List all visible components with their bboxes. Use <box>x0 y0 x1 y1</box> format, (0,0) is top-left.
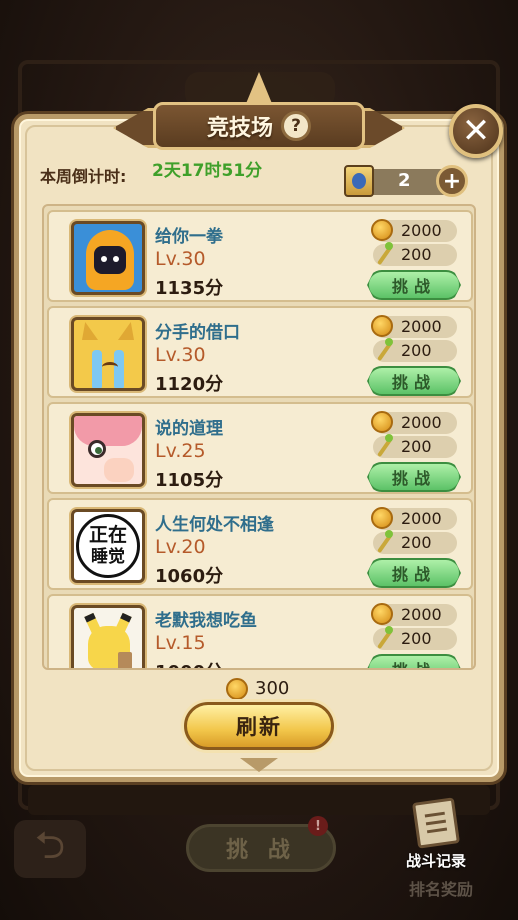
coin-reward-value: 2000 <box>401 221 442 240</box>
coin-reward: 2000 <box>371 507 457 530</box>
coin-reward: 2000 <box>371 219 457 242</box>
ticket-counter: 2 + <box>340 163 470 199</box>
opponent-card: 正在 睡觉 人生何处不相逢 Lv.20 1060分 2000 200 挑战 <box>47 498 473 590</box>
dialog-title: 竞技场 <box>206 116 273 141</box>
opponent-level: Lv.30 <box>155 344 206 366</box>
help-icon[interactable]: ? <box>281 111 311 141</box>
ticket-count: 2 <box>398 170 411 191</box>
opponent-name: 老默我想吃鱼 <box>155 611 257 631</box>
opponent-card: 老默我想吃鱼 Lv.15 1000分 2000 200 挑战 <box>47 594 473 668</box>
coin-icon <box>371 507 393 529</box>
coin-reward-value: 2000 <box>401 509 442 528</box>
opponent-avatar[interactable] <box>71 413 145 487</box>
opponent-avatar[interactable]: 正在 睡觉 <box>71 509 145 583</box>
coin-icon <box>371 219 393 241</box>
refresh-cost: 300 <box>226 676 306 702</box>
coin-reward: 2000 <box>371 315 457 338</box>
wand-icon <box>375 338 393 364</box>
back-arrow-icon[interactable]: ⮌ <box>14 820 86 878</box>
coin-reward-value: 2000 <box>401 605 442 624</box>
coin-icon <box>226 678 248 700</box>
opponent-level: Lv.15 <box>155 632 206 654</box>
opponent-score: 1105分 <box>155 470 224 491</box>
opponent-name: 人生何处不相逢 <box>155 515 274 535</box>
opponent-avatar[interactable] <box>71 605 145 668</box>
xp-reward-value: 200 <box>401 245 432 264</box>
opponent-avatar[interactable] <box>71 221 145 295</box>
plaque-body: 竞技场 ? <box>153 102 365 150</box>
refresh-button[interactable]: 刷新 <box>184 702 334 750</box>
avatar-text-line2: 睡觉 <box>91 547 125 567</box>
scroll-quill-icon <box>412 797 460 849</box>
wand-icon <box>375 530 393 556</box>
xp-reward-value: 200 <box>401 437 432 456</box>
add-ticket-button[interactable]: + <box>436 165 468 197</box>
ticket-icon <box>344 165 374 197</box>
countdown-value: 2天17时51分 <box>152 161 263 181</box>
challenge-button[interactable]: 挑战 <box>367 654 461 668</box>
countdown-label: 本周倒计时: <box>40 167 127 186</box>
coin-reward-value: 2000 <box>401 317 442 336</box>
opponent-card: 说的道理 Lv.25 1105分 2000 200 挑战 <box>47 402 473 494</box>
wand-icon <box>375 434 393 460</box>
sleeping-badge: 正在 睡觉 <box>76 514 140 578</box>
opponent-level: Lv.30 <box>155 248 206 270</box>
opponent-name: 给你一拳 <box>155 227 223 247</box>
coin-reward: 2000 <box>371 603 457 626</box>
wand-icon <box>375 626 393 652</box>
coin-reward-value: 2000 <box>401 413 442 432</box>
coin-reward: 2000 <box>371 411 457 434</box>
opponent-level: Lv.25 <box>155 440 206 462</box>
xp-reward: 200 <box>373 626 457 652</box>
challenge-button[interactable]: 挑战 <box>367 366 461 396</box>
battle-log-button[interactable]: 战斗记录 <box>392 797 480 870</box>
opponent-list[interactable]: 给你一拳 Lv.30 1135分 2000 200 挑战 分手的借口 Lv.30… <box>42 204 476 670</box>
opponent-score: 1135分 <box>155 278 224 299</box>
xp-reward: 200 <box>373 242 457 268</box>
xp-reward: 200 <box>373 338 457 364</box>
coin-icon <box>371 411 393 433</box>
xp-reward: 200 <box>373 530 457 556</box>
challenge-button[interactable]: 挑战 <box>367 558 461 588</box>
opponent-score: 1120分 <box>155 374 224 395</box>
opponent-score: 1060分 <box>155 566 224 587</box>
xp-reward-value: 200 <box>401 533 432 552</box>
opponent-score: 1000分 <box>155 658 223 668</box>
xp-reward: 200 <box>373 434 457 460</box>
close-button[interactable]: ✕ <box>449 104 503 158</box>
xp-reward-value: 200 <box>401 629 432 648</box>
opponent-level: Lv.20 <box>155 536 206 558</box>
challenge-button[interactable]: 挑战 <box>367 270 461 300</box>
opponent-avatar[interactable] <box>71 317 145 391</box>
rank-reward-label[interactable]: 排名奖励 <box>386 876 496 900</box>
avatar-text-line1: 正在 <box>88 524 127 546</box>
opponent-card: 给你一拳 Lv.30 1135分 2000 200 挑战 <box>47 210 473 302</box>
opponent-card: 分手的借口 Lv.30 1120分 2000 200 挑战 <box>47 306 473 398</box>
refresh-cost-value: 300 <box>255 678 290 699</box>
notification-badge: ! <box>308 816 328 836</box>
opponent-name: 分手的借口 <box>155 323 240 343</box>
opponent-name: 说的道理 <box>155 419 223 439</box>
wand-icon <box>375 242 393 268</box>
challenge-button[interactable]: 挑战 <box>367 462 461 492</box>
coin-icon <box>371 315 393 337</box>
coin-icon <box>371 603 393 625</box>
title-plaque: 竞技场 ? <box>113 72 405 152</box>
battle-log-label: 战斗记录 <box>405 852 466 870</box>
xp-reward-value: 200 <box>401 341 432 360</box>
